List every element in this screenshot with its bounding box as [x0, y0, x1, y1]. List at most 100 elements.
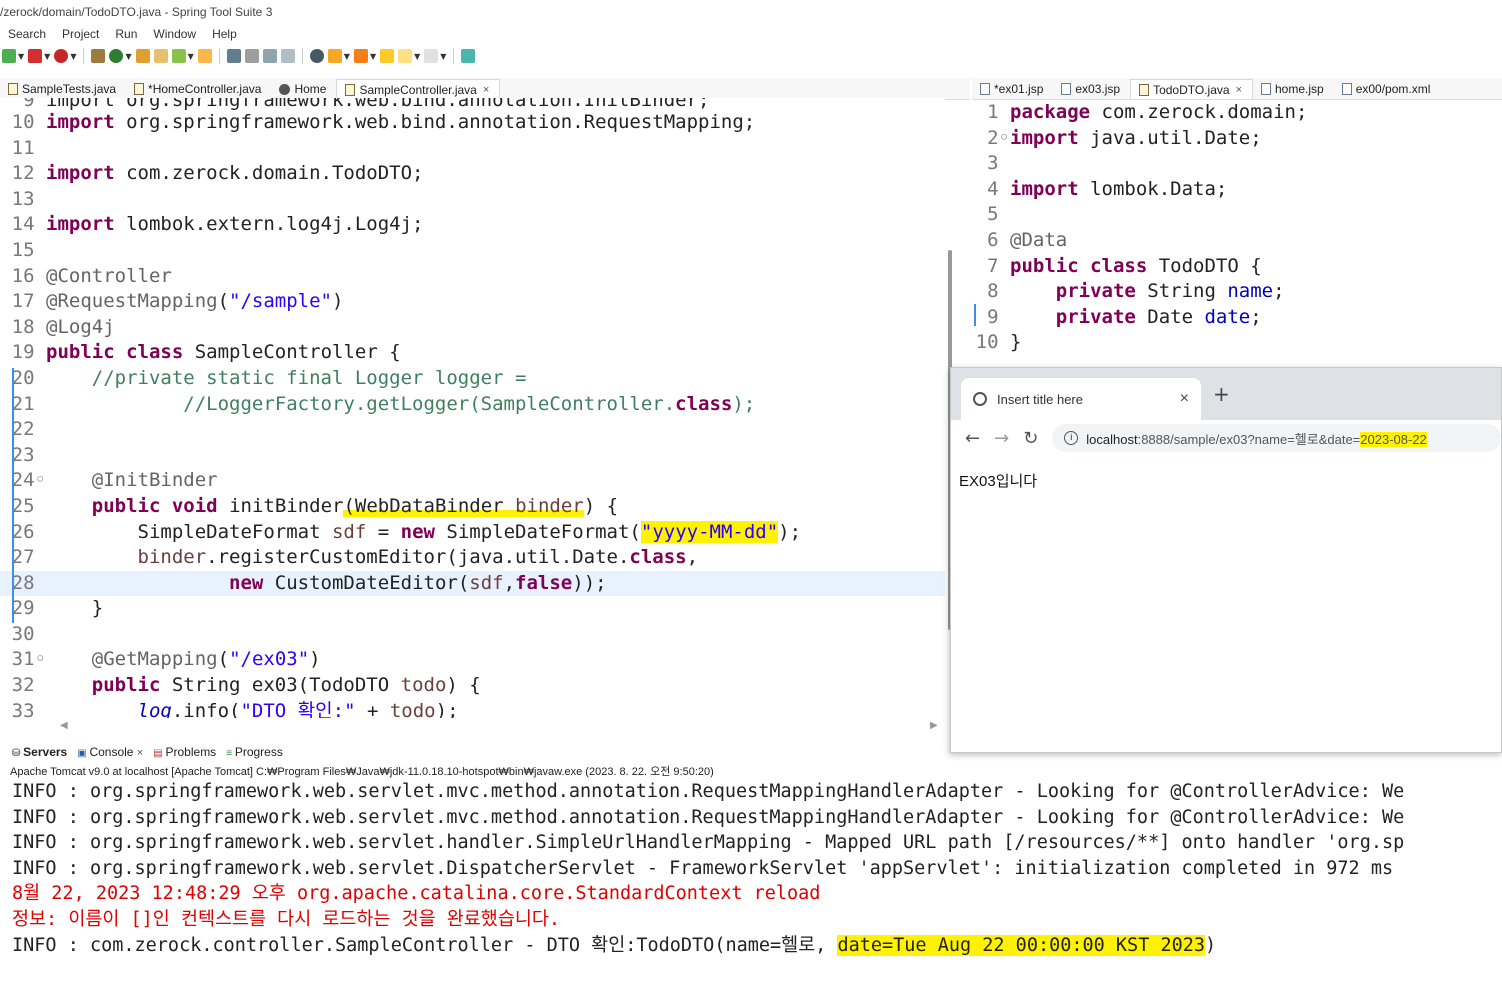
code-text: @RequestMapping("/sample")	[46, 290, 344, 313]
tab-problems[interactable]: ▤ Problems	[153, 745, 216, 759]
code-text: new CustomDateEditor(sdf,false));	[229, 571, 607, 594]
back-icon[interactable]	[398, 49, 413, 63]
debug-icon[interactable]	[54, 49, 69, 63]
tab-home[interactable]: Home	[271, 79, 336, 99]
close-icon[interactable]: ×	[137, 747, 143, 759]
browser-toolbar: ← → ↻ i localhost:8888/sample/ex03?name=…	[951, 420, 1501, 456]
tab-progress[interactable]: ≡ Progress	[226, 745, 283, 759]
block-select-icon[interactable]	[262, 49, 277, 63]
perspective-icon[interactable]	[461, 49, 476, 63]
code-line: 19 public class SampleController {	[0, 340, 945, 366]
java-file-icon	[345, 83, 356, 96]
tab-servers[interactable]: ⛁ Servers	[12, 745, 67, 759]
tab-home-jsp[interactable]: home.jsp	[1253, 79, 1334, 99]
menu-help[interactable]: Help	[212, 24, 237, 44]
build-icon[interactable]	[91, 49, 106, 63]
tab-label: SampleController.java	[359, 82, 477, 97]
code-line: 11	[0, 136, 945, 162]
code-text: package com.zerock.domain;	[1010, 101, 1308, 123]
file-icon	[1341, 83, 1352, 95]
code-line: 7 public class TodoDTO {	[972, 254, 1502, 280]
left-editor-tabbar: SampleTests.java *HomeController.java Ho…	[0, 78, 970, 100]
toolbar-divider	[83, 48, 85, 64]
close-icon[interactable]: ×	[1236, 80, 1242, 100]
line-number: 3	[987, 152, 1010, 175]
file-icon	[980, 83, 990, 95]
sample-controller-editor[interactable]: 9 import org.springframework.web.bind.an…	[0, 98, 945, 718]
tab-ex03-jsp[interactable]: ex03.jsp	[1053, 79, 1130, 99]
console-output[interactable]: INFO : org.springframework.web.servlet.m…	[12, 779, 1502, 979]
show-whitespace-icon[interactable]	[280, 49, 295, 63]
line-number: 5	[987, 203, 1010, 226]
tab-label: Servers	[23, 745, 68, 759]
chevron-down-icon[interactable]: ▼	[440, 52, 446, 61]
tab-ex01-jsp[interactable]: *ex01.jsp	[972, 79, 1053, 99]
toolbar-divider	[218, 48, 220, 64]
reload-icon[interactable]: ↻	[1023, 428, 1038, 449]
tab-console[interactable]: ▣ Console ×	[77, 745, 143, 759]
code-line: 3	[972, 151, 1502, 177]
globe-icon	[279, 83, 291, 95]
tab-pom-xml[interactable]: ex00/pom.xml	[1334, 79, 1441, 99]
forward-icon[interactable]: →	[994, 428, 1009, 449]
code-text: import lombok.Data;	[1010, 177, 1228, 200]
annotation-icon[interactable]	[309, 49, 324, 63]
menu-window[interactable]: Window	[153, 24, 196, 44]
open-type-icon[interactable]	[197, 49, 212, 63]
code-line: 9 private Date date;	[972, 305, 1502, 331]
line-number: 14	[11, 213, 46, 236]
line-number: 4	[987, 177, 1010, 200]
console-line: 8월 22, 2023 12:48:29 오후 org.apache.catal…	[12, 883, 821, 905]
tab-home-controller[interactable]: *HomeController.java	[126, 79, 271, 99]
chevron-down-icon[interactable]: ▼	[344, 52, 350, 61]
todo-dto-editor[interactable]: 1 package com.zerock.domain; 2◦import jav…	[972, 100, 1502, 365]
code-text: log.info("DTO 확인:" + todo);	[137, 699, 459, 718]
toggle-mark-icon[interactable]	[244, 49, 259, 63]
package-icon[interactable]	[135, 49, 150, 63]
scroll-left-icon[interactable]: ◀	[60, 720, 68, 731]
tab-sample-tests[interactable]: SampleTests.java	[0, 79, 126, 99]
menu-run[interactable]: Run	[115, 24, 137, 44]
chevron-down-icon[interactable]: ▼	[188, 52, 194, 61]
console-line: INFO : org.springframework.web.servlet.m…	[12, 781, 1405, 802]
line-number: 30	[11, 622, 46, 645]
line-number: 23	[11, 443, 46, 466]
last-edit-icon[interactable]	[380, 49, 395, 63]
search-icon[interactable]	[226, 49, 241, 63]
stop-icon[interactable]	[28, 49, 43, 63]
open-folder-icon[interactable]	[153, 49, 168, 63]
forward-icon[interactable]	[424, 49, 439, 63]
file-icon	[1061, 83, 1072, 95]
next-annotation-icon[interactable]	[327, 49, 342, 63]
prev-annotation-icon[interactable]	[353, 49, 368, 63]
close-icon[interactable]: ×	[1180, 390, 1189, 408]
menu-project[interactable]: Project	[62, 24, 99, 44]
run-icon[interactable]	[109, 49, 124, 63]
toolbar: ▼ ▼ ▼ ▼ ▼ ▼ ▼ ▼ ▼	[0, 44, 1502, 68]
scroll-right-icon[interactable]: ▶	[930, 720, 938, 731]
console-process-title: Apache Tomcat v9.0 at localhost [Apache …	[10, 766, 714, 778]
code-line: 15	[0, 238, 945, 264]
address-bar[interactable]: i localhost:8888/sample/ex03?name=헬로&dat…	[1052, 424, 1501, 452]
code-line: 25 public void initBinder(WebDataBinder …	[0, 494, 945, 520]
chevron-down-icon[interactable]: ▼	[414, 52, 420, 61]
new-tab-icon[interactable]: +	[1213, 382, 1230, 406]
url-path: :8888/sample/ex03?name=헬로&date=	[1137, 431, 1361, 447]
back-icon[interactable]: ←	[965, 428, 980, 449]
code-line: 13	[0, 187, 945, 213]
wand-icon[interactable]	[171, 49, 186, 63]
tab-sample-controller[interactable]: SampleController.java ×	[336, 79, 501, 100]
browser-tab[interactable]: Insert title here ×	[961, 378, 1201, 420]
close-icon[interactable]: ×	[483, 80, 489, 100]
chevron-down-icon[interactable]: ▼	[125, 52, 131, 61]
chevron-down-icon[interactable]: ▼	[70, 52, 76, 61]
info-icon[interactable]: i	[1064, 431, 1079, 445]
tab-todo-dto[interactable]: TodoDTO.java ×	[1130, 79, 1253, 99]
chevron-down-icon[interactable]: ▼	[370, 52, 376, 61]
chevron-down-icon[interactable]: ▼	[18, 52, 24, 61]
chevron-down-icon[interactable]: ▼	[44, 52, 50, 61]
code-text: @InitBinder	[91, 469, 218, 492]
menu-search[interactable]: Search	[8, 24, 46, 44]
toolbar-divider	[301, 48, 303, 64]
new-icon[interactable]	[2, 49, 16, 63]
